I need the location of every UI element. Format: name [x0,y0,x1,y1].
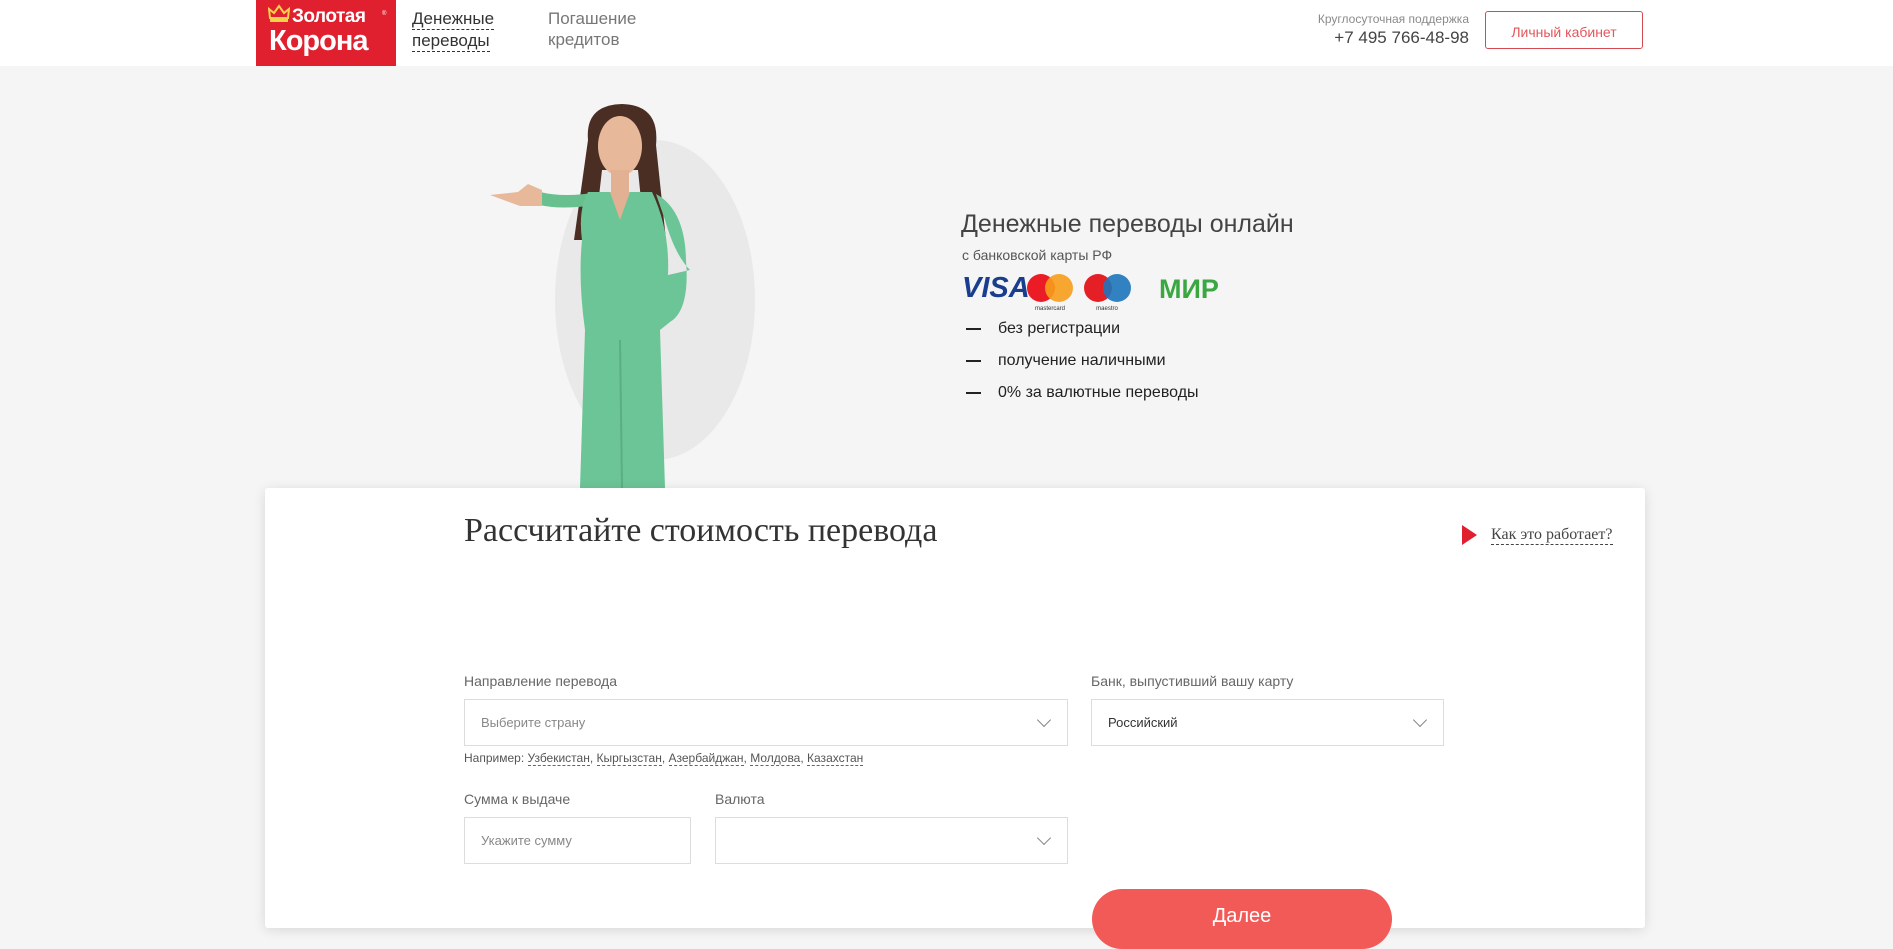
bank-label: Банк, выпустивший вашу карту [1091,673,1294,689]
dash-icon [966,392,981,394]
example-country-link[interactable]: Кыргызстан [596,751,662,766]
svg-text:maestro: maestro [1096,306,1118,312]
chevron-down-icon [1036,712,1052,728]
support-phone[interactable]: +7 495 766-48-98 [1334,28,1469,48]
hero-subtitle: с банковской карты РФ [962,247,1113,263]
personal-account-button[interactable]: Личный кабинет [1485,11,1643,49]
hero-woman-photo [490,104,755,488]
next-button[interactable]: Далее [1092,889,1392,949]
feature-item: получение наличными [966,350,1199,382]
country-examples: Например: Узбекистан, Кыргызстан, Азерба… [464,751,864,766]
play-icon [1462,525,1477,545]
nav-money-transfers[interactable]: Денежные переводы [412,8,495,52]
example-country-link[interactable]: Азербайджан [668,751,744,766]
how-it-works-label: Как это работает? [1491,526,1613,545]
visa-logo: VISA [962,272,1030,304]
nav-money-transfers-line2: переводы [412,31,490,52]
maestro-logo: maestro [1084,274,1131,312]
zolotaya-korona-logo[interactable]: Золотая ® Корона [256,0,396,66]
chevron-down-icon [1412,712,1428,728]
dash-icon [966,360,981,362]
logo-registered-mark: ® [382,11,387,17]
logo-line2: Корона [269,25,368,57]
nav-loan-repayment-line1: Погашение [548,9,637,28]
country-select[interactable]: Выберите страну [464,699,1068,746]
features-list: без регистрации получение наличными 0% з… [966,318,1199,414]
svg-text:МИР: МИР [1159,274,1219,304]
nav-loan-repayment-line2: кредитов [548,30,620,49]
nav-money-transfers-line1: Денежные [412,9,495,30]
chevron-down-icon [1036,830,1052,846]
payment-cards-logos: VISA mastercard maestro МИР [962,272,1219,312]
country-select-placeholder: Выберите страну [481,715,586,730]
mastercard-logo: mastercard [1027,274,1073,312]
support-label: Круглосуточная поддержка [1317,12,1469,26]
examples-label: Например: [464,751,525,765]
mir-logo: МИР [1159,274,1219,304]
dash-icon [966,328,981,330]
currency-label: Валюта [715,791,765,807]
bank-select-value: Российский [1108,715,1178,730]
nav-loan-repayment[interactable]: Погашение кредитов [548,8,636,50]
example-country-link[interactable]: Молдова [750,751,801,766]
svg-text:VISA: VISA [962,272,1030,304]
amount-input[interactable]: Укажите сумму [464,817,691,864]
example-country-link[interactable]: Узбекистан [527,751,590,766]
feature-item: без регистрации [966,318,1199,350]
svg-text:mastercard: mastercard [1035,306,1065,312]
direction-label: Направление перевода [464,673,618,689]
calculator-title: Рассчитайте стоимость перевода [464,512,938,549]
amount-label: Сумма к выдаче [464,791,571,807]
site-header: Золотая ® Корона Денежные переводы Погаш… [0,0,1893,66]
hero-title: Денежные переводы онлайн [961,210,1294,238]
bank-select[interactable]: Российский [1091,699,1444,746]
feature-item: 0% за валютные переводы [966,382,1199,414]
currency-select[interactable] [715,817,1068,864]
crown-icon [268,4,290,22]
example-country-link[interactable]: Казахстан [807,751,864,766]
amount-input-placeholder: Укажите сумму [481,833,572,848]
